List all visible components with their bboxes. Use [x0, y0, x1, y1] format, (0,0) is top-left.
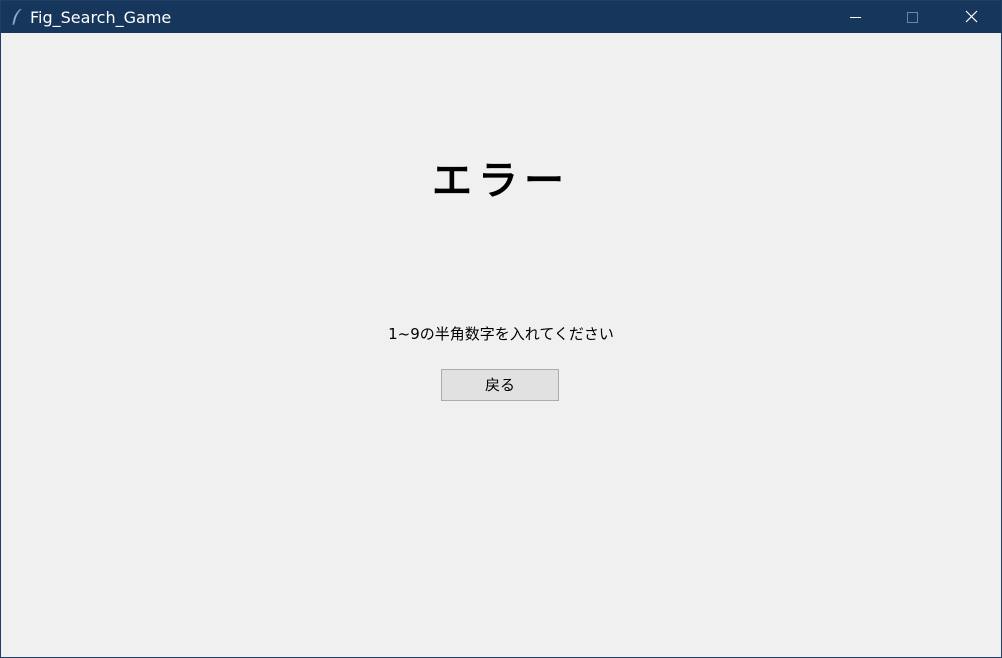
maximize-icon [907, 12, 918, 23]
back-button[interactable]: 戻る [441, 369, 559, 401]
feather-icon [10, 8, 24, 26]
close-button[interactable] [942, 1, 1000, 33]
error-heading: エラー [432, 158, 570, 204]
title-bar[interactable]: Fig_Search_Game [1, 1, 1001, 33]
window-title: Fig_Search_Game [30, 8, 172, 27]
minimize-icon [850, 17, 861, 18]
maximize-button[interactable] [884, 1, 942, 33]
error-message: 1~9の半角数字を入れてください [388, 325, 614, 343]
close-icon [965, 10, 978, 23]
main-content: エラー 1~9の半角数字を入れてください 戻る [1, 33, 1001, 657]
app-window: Fig_Search_Game エラー 1~9の半角数字を入れてください 戻る [0, 0, 1002, 658]
minimize-button[interactable] [826, 1, 884, 33]
